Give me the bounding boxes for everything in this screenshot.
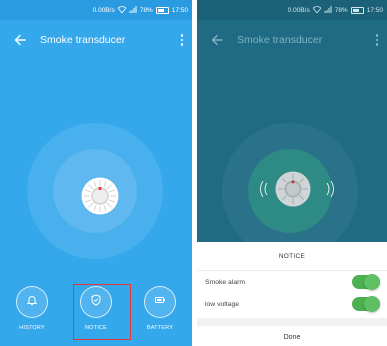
smoke-detector-image [81, 177, 119, 215]
network-speed: 0.00B/s [92, 6, 115, 14]
notice-screen: 0.00B/s 78% 17:50 Smoke transducer NOTIC… [197, 0, 387, 346]
app-bar-dimmed: Smoke transducer [197, 20, 387, 60]
low-voltage-label: low voltage [205, 300, 240, 308]
history-button[interactable] [16, 286, 48, 318]
more-options-icon[interactable] [371, 32, 383, 48]
app-bar: Smoke transducer [0, 20, 192, 60]
notice-row-low-voltage: low voltage [197, 293, 387, 315]
tab-battery-label: BATTERY [146, 325, 174, 331]
notice-bottom-sheet: NOTICE Smoke alarm low voltage Done [197, 242, 387, 346]
wifi-icon [312, 5, 322, 15]
battery-button[interactable] [144, 286, 176, 318]
done-button[interactable]: Done [197, 326, 387, 346]
wifi-icon [117, 5, 127, 15]
status-bar: 0.00B/s 78% 17:50 [0, 0, 192, 20]
bottom-tab-bar: HISTORY NOTICE BATTERY [0, 286, 192, 341]
signal-icon [324, 5, 332, 15]
bell-icon [26, 293, 38, 311]
tab-battery[interactable]: BATTERY [130, 286, 190, 331]
smoke-alarm-toggle[interactable] [352, 274, 380, 290]
network-speed-dimmed: 0.00B/s [287, 6, 310, 14]
battery-percent: 78% [139, 6, 153, 14]
notice-row-smoke-alarm: Smoke alarm [197, 271, 387, 293]
tab-notice-label: NOTICE [85, 325, 107, 331]
more-options-icon[interactable] [176, 32, 188, 48]
smoke-alarm-label: Smoke alarm [205, 278, 246, 286]
sound-wave-left-icon [257, 179, 271, 199]
battery-status-icon [350, 6, 364, 14]
sheet-divider [197, 318, 387, 326]
clock: 17:50 [171, 6, 188, 14]
battery-status-icon [155, 6, 169, 14]
page-title: Smoke transducer [40, 34, 126, 46]
signal-icon [129, 5, 137, 15]
notice-button[interactable] [80, 286, 112, 318]
low-voltage-toggle[interactable] [352, 296, 380, 312]
tab-notice[interactable]: NOTICE [66, 286, 126, 331]
sound-wave-right-icon [323, 179, 337, 199]
tab-history[interactable]: HISTORY [2, 286, 62, 331]
tab-history-label: HISTORY [19, 325, 45, 331]
battery-percent-dimmed: 78% [334, 6, 348, 14]
toggle-knob [364, 274, 380, 290]
page-title-dimmed: Smoke transducer [237, 34, 323, 46]
notice-sheet-title: NOTICE [197, 242, 387, 271]
back-arrow-icon[interactable] [209, 32, 225, 48]
screens-container: 0.00B/s 78% 17:50 Smoke transducer HISTO… [0, 0, 387, 346]
back-arrow-icon[interactable] [12, 32, 28, 48]
battery-icon [154, 293, 166, 311]
shield-icon [90, 293, 102, 311]
status-bar-dimmed: 0.00B/s 78% 17:50 [197, 0, 387, 20]
toggle-knob [364, 296, 380, 312]
main-screen: 0.00B/s 78% 17:50 Smoke transducer HISTO… [0, 0, 192, 346]
clock-dimmed: 17:50 [366, 6, 383, 14]
smoke-detector-image [275, 171, 311, 207]
